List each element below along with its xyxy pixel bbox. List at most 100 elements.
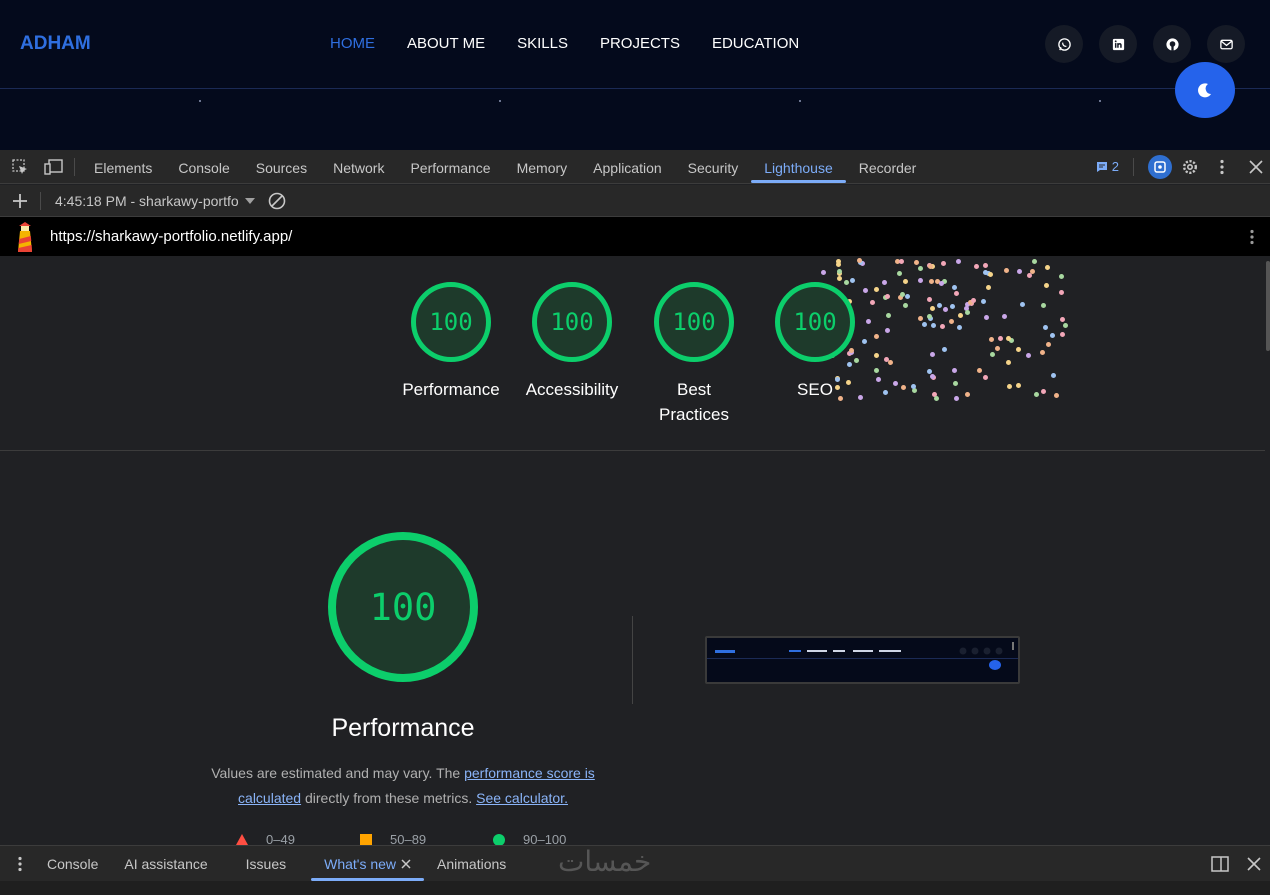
close-tab-icon[interactable] [401,858,411,869]
settings-gear-icon[interactable] [1180,157,1200,177]
score-label: Best Practices [659,380,729,424]
legend-range: 0–49 [266,832,295,845]
tab-memory[interactable]: Memory [504,150,581,184]
issues-counter[interactable]: 2 [1095,159,1119,174]
confetti-dot [873,367,879,373]
legend-fail: 0–49 [236,832,295,845]
category-title: Performance [331,714,475,742]
confetti-dot [970,298,976,304]
drawer-tab-whats-new[interactable]: What's new [311,846,424,882]
confetti-dot [902,302,908,308]
drawer-menu-icon[interactable] [10,854,30,874]
confetti-dot [1043,325,1048,331]
confetti-dot [1016,268,1022,274]
scrollbar-thumb[interactable] [1266,261,1270,351]
drawer-tab-console[interactable]: Console [34,846,111,882]
tab-elements[interactable]: Elements [81,150,165,184]
report-url-bar: https://sharkawy-portfolio.netlify.app/ [0,217,1270,256]
tab-security[interactable]: Security [675,150,752,184]
tab-application[interactable]: Application [580,150,675,184]
confetti-dot [1007,384,1013,390]
confetti-dot [1063,323,1069,329]
ai-assistance-button[interactable] [1148,154,1172,179]
caret-down-icon [244,197,255,204]
confetti-dot [873,334,879,340]
confetti-dot [869,299,875,305]
desc-text: directly from these metrics. [301,790,477,806]
drawer-tab-animations[interactable]: Animations [424,846,519,882]
confetti-dot [836,276,842,282]
report-url[interactable]: https://sharkawy-portfolio.netlify.app/ [50,228,292,245]
tab-network[interactable]: Network [320,150,397,184]
see-calculator-link[interactable]: See calculator. [476,790,568,806]
more-options-icon[interactable] [1212,157,1232,177]
nav-home[interactable]: HOME [330,35,375,52]
drawer-tab-issues[interactable]: Issues [233,846,299,882]
score-value: 100 [654,282,734,362]
tab-recorder[interactable]: Recorder [846,150,930,184]
score-gauge-performance[interactable]: 100 Performance [400,282,502,402]
confetti-dot [1006,359,1012,365]
confetti-dot [1019,302,1025,308]
legend-average: 50–89 [360,832,426,845]
site-logo[interactable]: ADHAM [20,33,91,55]
mail-icon[interactable] [1207,25,1245,63]
final-screenshot-thumbnail[interactable] [705,636,1020,684]
whatsapp-icon[interactable] [1045,25,1083,63]
close-devtools-icon[interactable] [1246,157,1266,177]
confetti-dot [1058,274,1064,280]
tab-performance[interactable]: Performance [397,150,503,184]
nav-about-me[interactable]: ABOUT ME [407,35,485,52]
confetti-dot [949,303,955,309]
new-report-icon[interactable] [10,191,30,211]
confetti-dot [886,313,892,319]
nav-projects[interactable]: PROJECTS [600,35,680,52]
confetti-dot [1004,268,1010,274]
confetti-dot [1033,392,1039,398]
confetti-dot [928,279,934,285]
confetti-dot [926,314,932,320]
confetti-dot [995,345,1001,351]
tab-lighthouse[interactable]: Lighthouse [751,150,846,184]
theme-toggle-button[interactable] [1175,62,1235,118]
close-drawer-icon[interactable] [1244,854,1264,874]
tab-sources[interactable]: Sources [243,150,320,184]
tab-console[interactable]: Console [165,150,242,184]
nav-education[interactable]: EDUCATION [712,35,799,52]
clear-reports-icon[interactable] [267,191,287,211]
confetti-dot [1032,259,1038,265]
inspect-element-icon[interactable] [10,157,30,177]
confetti-dot [927,263,933,269]
confetti-dot [900,291,906,297]
report-selector[interactable]: 4:45:18 PM - sharkawy-portfo [55,193,255,209]
score-description: Values are estimated and may vary. The p… [190,761,616,811]
confetti-dot [885,294,891,300]
confetti-dot [941,346,947,352]
device-toolbar-icon[interactable] [44,157,64,177]
confetti-dot [952,381,958,387]
confetti-dot [974,263,980,269]
confetti-dot [1043,282,1049,288]
github-icon[interactable] [1153,25,1191,63]
confetti-dot [982,262,988,268]
score-gauge-seo[interactable]: 100 SEO [770,282,860,402]
nav-skills[interactable]: SKILLS [517,35,568,52]
report-scrollbar[interactable] [1265,256,1270,845]
score-gauge-accessibility[interactable]: 100 Accessibility [520,282,624,402]
desc-text: Values are estimated and may vary. The [211,765,465,781]
score-gauge-best-practices[interactable]: 100 Best Practices [648,282,740,427]
vertical-separator [632,616,633,704]
confetti-dot [896,270,902,276]
linkedin-icon[interactable] [1099,25,1137,63]
drawer-tab-ai-assistance[interactable]: AI assistance [111,846,220,882]
dock-side-icon[interactable] [1210,854,1230,874]
message-icon [1096,161,1107,172]
confetti-dot [938,281,944,287]
confetti-dot [873,286,879,292]
star-dot [199,100,201,102]
confetti-dot [989,352,995,358]
section-divider [0,450,1265,451]
confetti-dot [821,270,827,276]
score-label: Accessibility [525,380,619,399]
url-menu-icon[interactable] [1250,229,1254,245]
